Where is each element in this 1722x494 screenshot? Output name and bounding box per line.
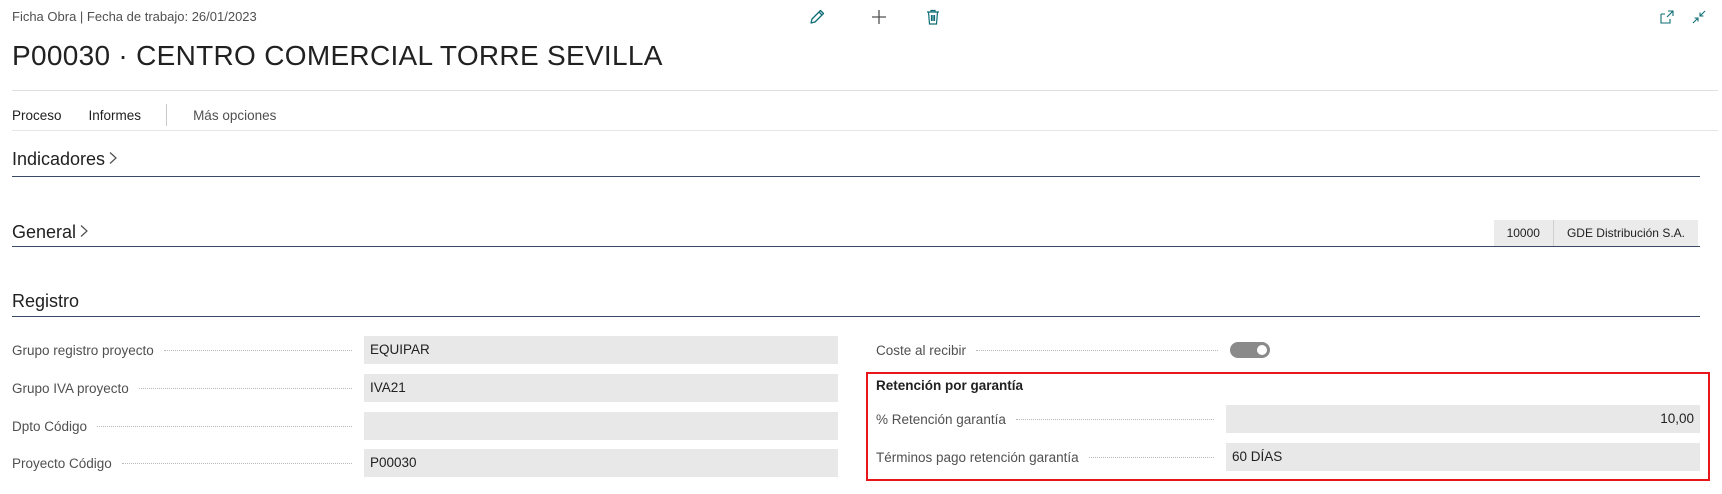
delete-icon[interactable] bbox=[922, 6, 944, 28]
leader-dots bbox=[121, 462, 352, 464]
proyecto-codigo-input[interactable]: P00030 bbox=[364, 449, 838, 477]
customer-no-chip: 10000 bbox=[1493, 220, 1554, 246]
group-title: Retención por garantía bbox=[876, 378, 1024, 393]
section-title: Indicadores bbox=[12, 149, 106, 169]
section-indicadores[interactable]: Indicadores bbox=[12, 149, 118, 170]
collapse-icon[interactable] bbox=[1688, 6, 1710, 28]
section-registro[interactable]: Registro bbox=[12, 291, 79, 312]
section-divider bbox=[12, 246, 1700, 247]
dpto-codigo-input[interactable] bbox=[364, 412, 838, 440]
section-title: Registro bbox=[12, 291, 80, 311]
field-grupo-registro-proyecto: Grupo registro proyecto EQUIPAR bbox=[12, 336, 838, 364]
divider bbox=[12, 130, 1718, 131]
grupo-registro-proyecto-input[interactable]: EQUIPAR bbox=[364, 336, 838, 364]
leader-dots bbox=[976, 349, 1218, 351]
leader-dots bbox=[1088, 456, 1214, 458]
leader-dots bbox=[138, 387, 352, 389]
grupo-iva-proyecto-input[interactable]: IVA21 bbox=[364, 374, 838, 402]
open-new-window-icon[interactable] bbox=[1656, 6, 1678, 28]
field-label: Grupo registro proyecto bbox=[12, 342, 154, 358]
action-bar: Proceso Informes Más opciones bbox=[12, 104, 276, 126]
field-label: % Retención garantía bbox=[876, 411, 1006, 427]
retencion-garantia-input[interactable]: 10,00 bbox=[1226, 405, 1700, 433]
field-label: Coste al recibir bbox=[876, 342, 967, 358]
section-general[interactable]: General bbox=[12, 222, 89, 243]
field-proyecto-codigo: Proyecto Código P00030 bbox=[12, 449, 838, 477]
terminos-pago-retencion-input[interactable]: 60 DÍAS bbox=[1226, 443, 1700, 471]
field-label: Proyecto Código bbox=[12, 455, 112, 471]
field-terminos-pago-retencion: Términos pago retención garantía 60 DÍAS bbox=[876, 443, 1700, 471]
edit-icon[interactable] bbox=[806, 6, 828, 28]
coste-al-recibir-toggle[interactable] bbox=[1230, 342, 1270, 358]
field-grupo-iva-proyecto: Grupo IVA proyecto IVA21 bbox=[12, 374, 838, 402]
section-divider bbox=[12, 316, 1700, 317]
customer-name-chip: GDE Distribución S.A. bbox=[1553, 220, 1698, 246]
add-icon[interactable] bbox=[868, 6, 890, 28]
field-retencion-garantia: % Retención garantía 10,00 bbox=[876, 405, 1700, 433]
more-options-button[interactable]: Más opciones bbox=[193, 108, 276, 123]
field-label: Grupo IVA proyecto bbox=[12, 380, 129, 396]
leader-dots bbox=[97, 425, 352, 427]
page-title: P00030 · CENTRO COMERCIAL TORRE SEVILLA bbox=[12, 40, 663, 71]
chevron-right-icon bbox=[79, 222, 89, 243]
field-dpto-codigo: Dpto Código bbox=[12, 412, 838, 440]
leader-dots bbox=[1015, 418, 1214, 420]
section-title: General bbox=[12, 222, 77, 242]
leader-dots bbox=[163, 349, 352, 351]
chevron-right-icon bbox=[108, 149, 118, 170]
divider bbox=[12, 90, 1718, 91]
proceso-menu[interactable]: Proceso bbox=[12, 108, 62, 123]
field-label: Términos pago retención garantía bbox=[876, 449, 1079, 465]
field-coste-al-recibir: Coste al recibir bbox=[876, 336, 1270, 364]
field-label: Dpto Código bbox=[12, 418, 88, 434]
section-divider bbox=[12, 176, 1700, 177]
general-summary: 10000 GDE Distribución S.A. bbox=[1493, 220, 1698, 246]
divider bbox=[166, 104, 168, 126]
breadcrumb: Ficha Obra | Fecha de trabajo: 26/01/202… bbox=[12, 9, 257, 24]
toggle-knob bbox=[1257, 345, 1267, 355]
informes-menu[interactable]: Informes bbox=[89, 108, 142, 123]
